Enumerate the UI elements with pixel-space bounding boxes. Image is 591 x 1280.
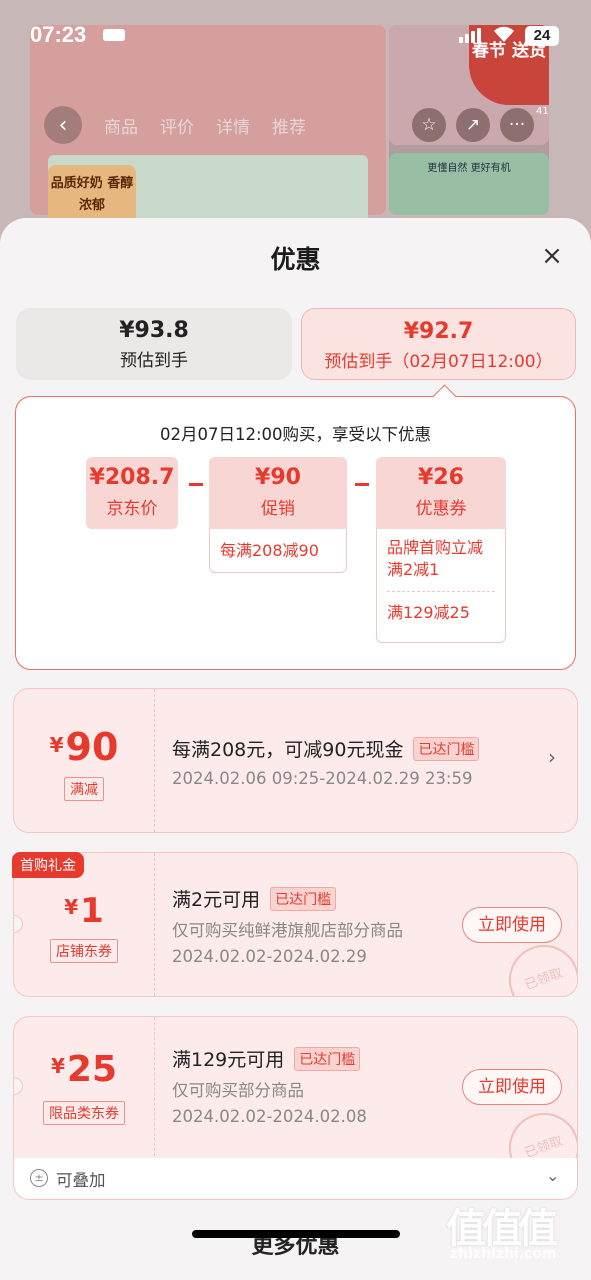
offer-amount: ¥25 <box>50 1049 118 1090</box>
price-tab-now-label: 预估到手 <box>120 351 188 371</box>
nav-tab-recommend[interactable]: 推荐 <box>272 113 306 138</box>
claimed-stamp: 已领取 <box>499 1103 577 1161</box>
price-tab-scheduled-price: ¥92.7 <box>403 319 474 344</box>
offer-card-store-coupon: ¥1 店铺东券 满2元可用 已达门槛 仅可购买纯鲜港旗舰店部分商品 2024.02… <box>13 852 578 997</box>
price-tab-now-price: ¥93.8 <box>119 318 189 343</box>
promo-box: ¥90 促销 <box>209 457 347 529</box>
discount-sheet: 优惠 × ¥93.8 预估到手 ¥92.7 预估到手（02月07日12:00） … <box>0 218 591 1280</box>
offer-kind: 满减 <box>14 777 154 801</box>
close-icon[interactable]: × <box>538 240 566 272</box>
promo-desc: 每满208减90 <box>209 529 347 573</box>
threshold-badge: 已达门槛 <box>294 1047 361 1071</box>
chevron-right-icon[interactable]: › <box>548 745 556 769</box>
minus-sign <box>355 483 369 486</box>
stack-icon: ± <box>30 1169 48 1187</box>
offer-amount: ¥1 <box>64 891 104 931</box>
offer-date: 2024.02.02-2024.02.08 <box>172 1107 367 1126</box>
use-now-button[interactable]: 立即使用 <box>462 907 562 943</box>
promo-desc-text: 每满208减90 <box>220 541 319 560</box>
nav-tab-goods[interactable]: 商品 <box>104 113 138 138</box>
price-tab-scheduled-label: 预估到手（02月07日12:00） <box>324 352 553 372</box>
signal-icon <box>459 28 481 43</box>
product-actions: ☆ ↗ ··· <box>412 108 534 142</box>
coupon-value: ¥26 <box>418 465 464 490</box>
offer-title: 满129元可用 已达门槛 <box>172 1045 361 1072</box>
price-tab-scheduled[interactable]: ¥92.7 预估到手（02月07日12:00） <box>301 308 576 380</box>
nav-tab-details[interactable]: 详情 <box>216 113 250 138</box>
jd-price-box: ¥208.7 京东价 <box>86 457 178 529</box>
coupon-desc-2: 满129减25 <box>387 603 470 622</box>
offer-title: 满2元可用 已达门槛 <box>172 885 337 912</box>
wifi-icon <box>492 24 518 44</box>
minus-sign <box>189 483 203 486</box>
coupon-label: 优惠券 <box>415 499 467 519</box>
breakdown-header: 02月07日12:00购买，享受以下优惠 <box>159 425 432 444</box>
threshold-badge: 已达门槛 <box>413 737 480 761</box>
watermark-url: zhizhizhi.com <box>450 1246 557 1262</box>
hero-tag: 品质好奶 香醇浓郁 <box>48 165 136 225</box>
use-now-button[interactable]: 立即使用 <box>462 1069 562 1105</box>
share-icon[interactable]: ↗ <box>456 108 490 142</box>
offer-date: 2024.02.06 09:25-2024.02.29 23:59 <box>172 769 473 788</box>
jd-price-label: 京东价 <box>106 499 158 519</box>
side-banner-text: 更懂自然 更好有机 <box>389 153 549 215</box>
stackable-label: 可叠加 <box>56 1171 106 1190</box>
coupon-desc-1: 品牌首购立减满2减1 <box>387 538 484 579</box>
coupon-box: ¥26 优惠券 <box>376 457 506 529</box>
discount-breakdown: 02月07日12:00购买，享受以下优惠 ¥208.7 京东价 ¥90 促销 每… <box>15 384 576 670</box>
back-icon[interactable]: ‹ <box>44 106 82 144</box>
offer-card-category-coupon: ¥25 限品类东券 满129元可用 已达门槛 仅可购买部分商品 2024.02.0… <box>13 1016 578 1161</box>
sheet-title: 优惠 <box>270 245 321 274</box>
coupon-desc: 品牌首购立减满2减1 满129减25 <box>376 529 506 643</box>
claimed-stamp: 已领取 <box>499 935 577 996</box>
price-tab-now[interactable]: ¥93.8 预估到手 <box>16 308 292 380</box>
stackable-row[interactable]: ± 可叠加 ⌄ <box>13 1158 578 1200</box>
product-nav: ‹ 商品 评价 详情 推荐 <box>44 106 306 144</box>
offer-title: 每满208元，可减90元现金 已达门槛 <box>172 735 480 762</box>
nav-tab-reviews[interactable]: 评价 <box>160 113 194 138</box>
sleep-mode-icon <box>103 29 125 41</box>
jd-price-value: ¥208.7 <box>89 465 175 490</box>
more-icon[interactable]: ··· <box>500 108 534 142</box>
offer-date: 2024.02.02-2024.02.29 <box>172 947 367 966</box>
promo-value: ¥90 <box>255 465 301 490</box>
promo-label: 促销 <box>261 499 295 519</box>
offer-card-full-reduction[interactable]: ¥90 满减 每满208元，可减90元现金 已达门槛 2024.02.06 09:… <box>13 688 578 833</box>
status-time: 07:23 <box>30 22 87 47</box>
offer-kind: 限品类东券 <box>14 1101 154 1125</box>
first-purchase-tag: 首购礼金 <box>12 852 84 878</box>
favorite-icon[interactable]: ☆ <box>412 108 446 142</box>
threshold-badge: 已达门槛 <box>270 887 337 911</box>
offer-amount: ¥90 <box>49 725 119 769</box>
offer-kind: 店铺东券 <box>14 939 154 963</box>
offer-desc: 仅可购买部分商品 <box>172 1081 304 1100</box>
battery-icon: 24 <box>525 26 559 46</box>
chevron-down-icon[interactable]: ⌄ <box>546 1166 559 1185</box>
status-bar: 07:23 24 <box>0 0 591 56</box>
offer-desc: 仅可购买纯鲜港旗舰店部分商品 <box>172 921 403 940</box>
cart-count-badge: 41 <box>536 106 549 117</box>
home-indicator[interactable] <box>192 1230 400 1238</box>
